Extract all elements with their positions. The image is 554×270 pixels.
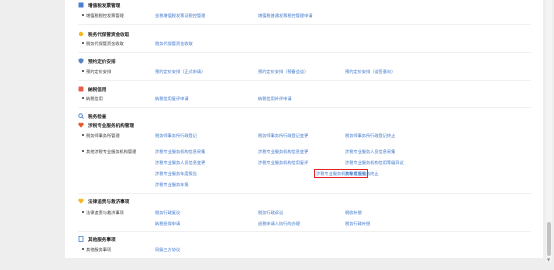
section-title-text: 税务代保管资金收取 [88, 33, 130, 38]
service-link[interactable]: 纳税担保申请 [155, 221, 180, 226]
subcategory-label: 法律追责与救济事项 [82, 210, 124, 215]
service-link[interactable]: 预约定价安排（正式申请） [155, 69, 205, 74]
subcategory-label: 纳税信用 [82, 96, 103, 101]
service-link[interactable]: 纳税信用补评申请 [258, 96, 292, 101]
scrollbar-thumb[interactable] [547, 222, 551, 256]
service-link[interactable]: 同级三方协议 [155, 247, 180, 252]
section-title-legal: 法律追责与救济事项 [78, 198, 129, 206]
section-title-custody: 税务代保管资金收取 [78, 31, 129, 39]
section-title-text: 预约定价安排 [88, 60, 116, 65]
service-link[interactable]: 金税增值税发票证税控管理 [155, 13, 205, 18]
subcategory-label: 税务代保管资金收取 [82, 41, 124, 46]
service-link[interactable]: 涉税专业服务人员信息采集 [345, 149, 395, 154]
service-link[interactable]: 涉税专业服务人员信息变更 [155, 160, 205, 165]
divider [78, 231, 531, 232]
heart-icon [78, 198, 84, 204]
section-title-credit: 納税信用 [78, 86, 106, 94]
section-title-inspection: 税务检查 [78, 113, 106, 121]
service-link[interactable]: 税务师事务所行政登记终止 [345, 133, 395, 138]
service-link[interactable]: 税务师事务所行政登记变更 [258, 133, 308, 138]
service-link[interactable]: 税务师事务所行政登记 [155, 133, 197, 138]
service-link[interactable]: 税务行政补偿 [345, 221, 370, 226]
section-title-text: 涉税专业服务机构管理 [88, 124, 134, 129]
service-link[interactable]: 税务代保管资金收取 [155, 41, 193, 46]
shield-icon [78, 58, 84, 64]
section-title-text: 税务检查 [88, 115, 107, 120]
service-link[interactable]: 涉税专业服务终止 [345, 171, 379, 176]
divider [78, 193, 531, 194]
sun-icon [78, 31, 84, 37]
service-link[interactable]: 税务行政诉讼 [258, 210, 283, 215]
section-title-text: 納税信用 [88, 88, 107, 93]
subcategory-label: 其他服务事项 [82, 247, 111, 252]
service-link[interactable]: 税收补偿 [345, 210, 362, 215]
service-link[interactable]: 纳税信用复评申请 [155, 96, 189, 101]
service-link[interactable]: 涉税专业服务机构信息变更 [258, 149, 308, 154]
section-title-other: 其他服务事项 [78, 236, 116, 244]
vertical-scrollbar[interactable]: ▼ [546, 0, 552, 262]
service-link[interactable]: 涉税专业服务年报 [155, 182, 189, 187]
document-icon [78, 236, 84, 242]
divider [78, 52, 531, 53]
service-link[interactable]: 预约定价安排（谈签意向） [345, 69, 395, 74]
divider [78, 24, 531, 25]
service-link[interactable]: 涉税专业服务机构信息采集 [155, 149, 205, 154]
search-icon [78, 113, 84, 119]
section-title-text: 增值税发票管理 [88, 4, 121, 9]
section-title-text: 法律追责与救济事项 [88, 200, 130, 205]
service-panel: 增值税发票管理 增值税税控发票管理 金税增值税发票证税控管理 增值税普通发票税控… [65, 0, 543, 258]
subcategory-label: 增值税税控发票管理 [82, 13, 124, 18]
subcategory-label: 预约定价安排 [82, 69, 111, 74]
service-link[interactable]: 预约定价安排（预备会谈） [258, 69, 308, 74]
service-link[interactable]: 税务行政复议 [155, 210, 180, 215]
divider [78, 80, 531, 81]
scroll-down-arrow-icon[interactable]: ▼ [547, 257, 550, 262]
service-link[interactable]: 涉税专业服务机构信用复评 [258, 160, 308, 165]
section-title-text: 其他服务事项 [88, 238, 116, 243]
divider [78, 107, 531, 108]
section-title-agencies: 涉税专业服务机构管理 [78, 122, 134, 130]
service-link[interactable]: 增值税普通发票税控管理申请 [258, 13, 312, 18]
section-title-invoice: 增值税发票管理 [78, 2, 120, 10]
section-title-pricing: 预约定价安排 [78, 58, 116, 66]
credit-icon [78, 86, 84, 92]
subcategory-label: 其他涉税专业服务机构管理 [82, 149, 140, 154]
heart-icon [78, 122, 84, 128]
service-link[interactable]: 退税申请人执行的办理 [258, 221, 300, 226]
service-link[interactable]: 涉税专业服务年度报告 [155, 171, 197, 176]
subcategory-label: 税务师事务所管理 [82, 133, 120, 138]
invoice-icon [78, 2, 84, 8]
service-link[interactable]: 涉税专业服务机构信用等级异议 [345, 160, 404, 165]
